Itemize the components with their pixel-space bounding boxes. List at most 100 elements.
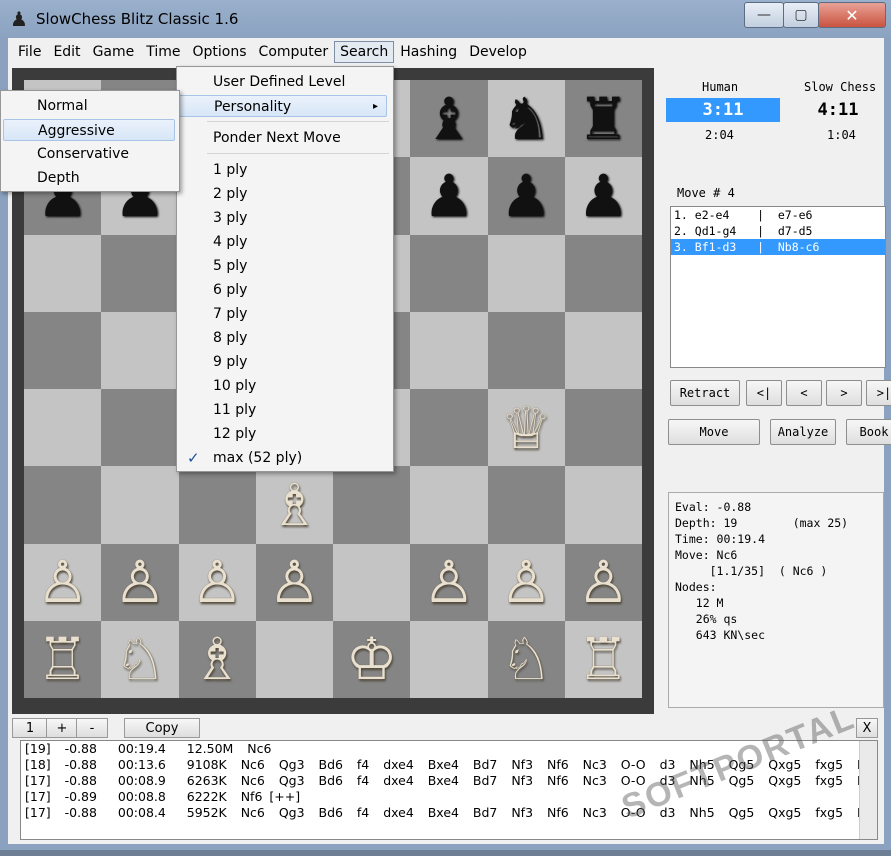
chess-piece-icon[interactable]: ♙ [577,553,629,611]
menu-game[interactable]: Game [87,41,141,63]
square-h7[interactable]: ♟ [564,157,642,235]
menu-file[interactable]: File [12,41,47,63]
chess-piece-icon[interactable]: ♘ [114,630,166,688]
analyze-button[interactable]: Analyze [770,419,836,445]
move-row[interactable]: 2. Qd1-g4 | d7-d5 [671,223,885,239]
square-e2[interactable] [333,543,411,621]
square-h6[interactable] [564,234,642,312]
prev-move-button[interactable]: < [786,380,822,406]
maximize-button[interactable]: ▢ [783,2,819,28]
search-menu-item[interactable]: 9 ply [179,351,387,373]
square-e3[interactable] [333,466,411,544]
plus-button[interactable]: + [46,718,78,738]
square-c3[interactable] [178,466,256,544]
close-log-button[interactable]: X [856,718,878,738]
depth-one-button[interactable]: 1 [12,718,48,738]
personality-item[interactable]: Aggressive [3,119,175,141]
menu-computer[interactable]: Computer [253,41,335,63]
chess-piece-icon[interactable]: ♟ [423,167,475,225]
square-d3[interactable]: ♗ [255,466,333,544]
chess-piece-icon[interactable]: ♖ [577,630,629,688]
square-h8[interactable]: ♜ [564,80,642,158]
square-h3[interactable] [564,466,642,544]
chess-piece-icon[interactable]: ♙ [500,553,552,611]
chess-piece-icon[interactable]: ♝ [423,90,475,148]
square-f2[interactable]: ♙ [410,543,488,621]
chess-piece-icon[interactable]: ♟ [577,167,629,225]
chess-piece-icon[interactable]: ♗ [191,630,243,688]
search-menu-item[interactable]: 1 ply [179,159,387,181]
minus-button[interactable]: - [76,718,108,738]
move-button[interactable]: Move [668,419,760,445]
search-menu-item[interactable]: User Defined Level [179,71,387,93]
square-g4[interactable]: ♕ [487,389,565,467]
search-menu-item[interactable]: 8 ply [179,327,387,349]
square-d2[interactable]: ♙ [255,543,333,621]
square-a1[interactable]: ♖ [24,620,102,698]
square-g1[interactable]: ♘ [487,620,565,698]
personality-item[interactable]: Conservative [3,143,175,165]
search-menu-item[interactable]: 11 ply [179,399,387,421]
square-g7[interactable]: ♟ [487,157,565,235]
log-scrollbar[interactable] [859,741,877,839]
chess-piece-icon[interactable]: ♘ [500,630,552,688]
chess-piece-icon[interactable]: ♗ [268,476,320,534]
square-f1[interactable] [410,620,488,698]
square-b3[interactable] [101,466,179,544]
square-g8[interactable]: ♞ [487,80,565,158]
square-a2[interactable]: ♙ [24,543,102,621]
square-g3[interactable] [487,466,565,544]
square-b6[interactable] [101,234,179,312]
personality-item[interactable]: Normal [3,95,175,117]
square-g6[interactable] [487,234,565,312]
search-menu-item[interactable]: 6 ply [179,279,387,301]
search-menu-item[interactable]: max (52 ply) ✓ [179,447,387,469]
first-move-button[interactable]: <| [746,380,782,406]
square-b2[interactable]: ♙ [101,543,179,621]
chess-piece-icon[interactable]: ♜ [577,90,629,148]
square-d1[interactable] [255,620,333,698]
search-menu-item[interactable]: Ponder Next Move [179,127,387,149]
chess-piece-icon[interactable]: ♙ [114,553,166,611]
square-f3[interactable] [410,466,488,544]
square-f7[interactable]: ♟ [410,157,488,235]
square-f6[interactable] [410,234,488,312]
menu-hashing[interactable]: Hashing [394,41,463,63]
search-menu-item[interactable]: 2 ply [179,183,387,205]
square-g5[interactable] [487,311,565,389]
square-c1[interactable]: ♗ [178,620,256,698]
search-menu-item[interactable]: 3 ply [179,207,387,229]
chess-piece-icon[interactable]: ♙ [423,553,475,611]
square-a6[interactable] [24,234,102,312]
square-f4[interactable] [410,389,488,467]
square-f8[interactable]: ♝ [410,80,488,158]
square-h5[interactable] [564,311,642,389]
square-h4[interactable] [564,389,642,467]
move-row[interactable]: 1. e2-e4 | e7-e6 [671,207,885,223]
next-move-button[interactable]: > [826,380,862,406]
minimize-button[interactable]: — [744,2,784,28]
square-b4[interactable] [101,389,179,467]
menu-edit[interactable]: Edit [47,41,86,63]
search-menu-item[interactable]: Personality ▸ [179,95,387,117]
menu-time[interactable]: Time [140,41,186,63]
title-bar[interactable]: ♟ SlowChess Blitz Classic 1.6 — ▢ ✕ [0,0,891,38]
chess-piece-icon[interactable]: ♔ [346,630,398,688]
chess-piece-icon[interactable]: ♟ [500,167,552,225]
square-a3[interactable] [24,466,102,544]
menu-develop[interactable]: Develop [463,41,533,63]
square-b5[interactable] [101,311,179,389]
copy-button[interactable]: Copy [124,718,200,738]
chess-piece-icon[interactable]: ♕ [500,399,552,457]
square-e1[interactable]: ♔ [333,620,411,698]
chess-piece-icon[interactable]: ♖ [37,630,89,688]
square-b1[interactable]: ♘ [101,620,179,698]
square-c2[interactable]: ♙ [178,543,256,621]
search-menu-item[interactable]: 5 ply [179,255,387,277]
personality-item[interactable]: Depth [3,167,175,189]
engine-output-log[interactable]: [19] -0.88 00:19.4 12.50M Nc6 [18] -0.88 … [20,740,878,840]
square-h2[interactable]: ♙ [564,543,642,621]
square-h1[interactable]: ♖ [564,620,642,698]
square-a5[interactable] [24,311,102,389]
move-row[interactable]: 3. Bf1-d3 | Nb8-c6 [671,239,885,255]
